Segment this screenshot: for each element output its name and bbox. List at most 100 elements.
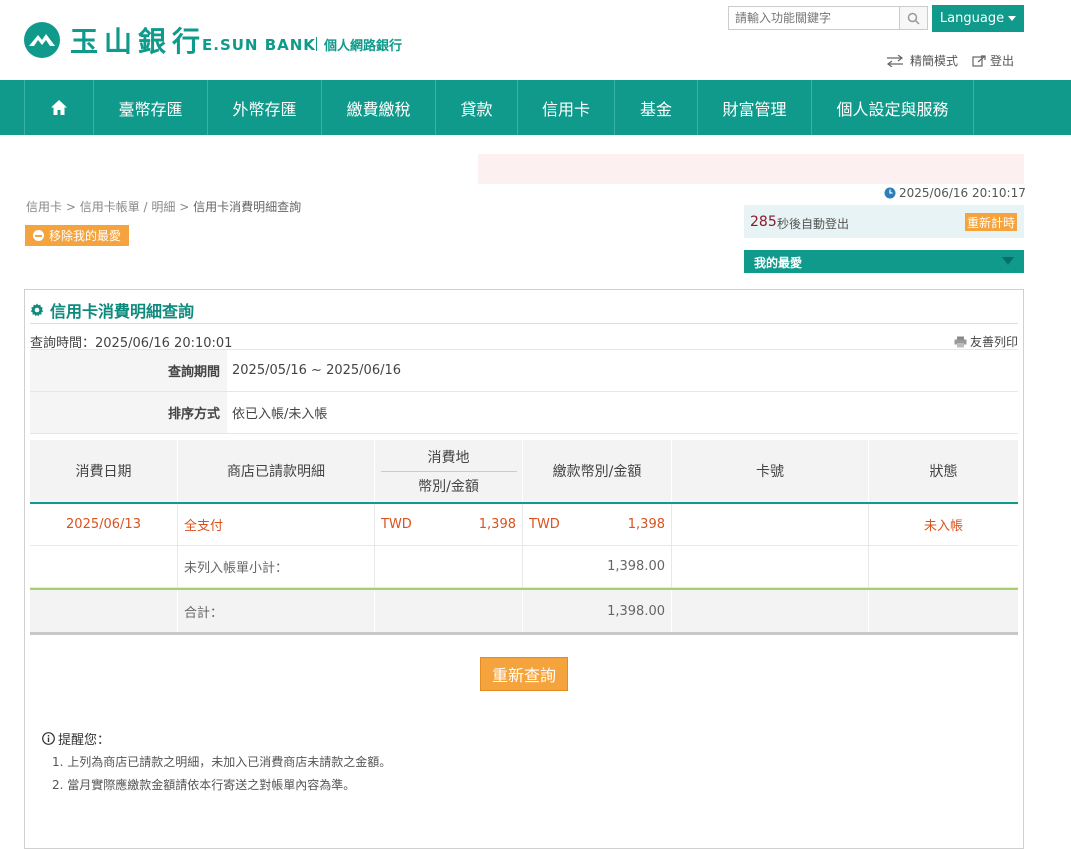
logout-label: 登出 <box>990 54 1015 68</box>
title-divider <box>30 323 1018 324</box>
subtotal-empty <box>30 546 178 588</box>
subtotal-row: 未列入帳單小計： 1,398.00 <box>30 546 1018 588</box>
nav-loans[interactable]: 貸款 <box>435 80 517 135</box>
reminder-title-text: 提醒您： <box>58 733 111 748</box>
row-merchant: 全支付 <box>178 504 375 546</box>
subtotal-empty <box>375 546 523 588</box>
reminder-title: 提醒您： <box>42 729 110 748</box>
subtotal-label: 未列入帳單小計： <box>178 546 375 588</box>
header-location-bottom: 幣別/金額 <box>418 478 479 495</box>
subtotal-empty <box>672 546 869 588</box>
reminder-item-2: 2. 當月實際應繳款金額請依本行寄送之對帳單內容為準。 <box>52 778 356 792</box>
search-button[interactable] <box>900 6 928 30</box>
main-nav: 臺幣存匯 外幣存匯 繳費繳稅 貸款 信用卡 基金 財富管理 個人設定與服務 <box>0 80 1071 135</box>
row-status: 未入帳 <box>869 504 1018 546</box>
table-header-row: 消費日期 商店已請款明細 消費地 幣別/金額 繳款幣別/金額 卡號 狀態 <box>30 440 1018 502</box>
subtotal-empty <box>869 546 1018 588</box>
clock-icon <box>884 187 896 199</box>
alert-strip <box>478 154 1024 184</box>
nav-funds[interactable]: 基金 <box>614 80 697 135</box>
sort-label: 排序方式 <box>167 407 220 422</box>
row-payment-amount: TWD 1,398 <box>523 504 672 546</box>
breadcrumb-separator: > <box>65 200 76 214</box>
query-period-row: 查詢期間 2025/05/16 ~ 2025/06/16 <box>30 350 1018 391</box>
breadcrumb-separator: > <box>179 200 190 214</box>
page-title-text: 信用卡消費明細查詢 <box>50 302 195 321</box>
logout-icon <box>972 54 986 67</box>
current-datetime: 2025/06/16 20:10:17 <box>884 186 1026 200</box>
printer-icon <box>954 336 967 347</box>
logo-chinese-name: 玉山銀行 <box>70 25 207 58</box>
triangle-down-icon <box>1002 257 1014 265</box>
nav-home[interactable] <box>24 80 93 135</box>
header-status: 狀態 <box>869 440 1018 502</box>
total-amount: 1,398.00 <box>523 590 672 632</box>
search-icon <box>907 12 920 25</box>
minus-circle-icon <box>33 230 44 241</box>
header-location: 消費地 幣別/金額 <box>375 440 523 502</box>
sort-row: 排序方式 依已入帳/未入帳 <box>30 392 1018 433</box>
mountain-logo-icon <box>29 34 55 46</box>
search-input[interactable] <box>729 7 901 29</box>
swap-arrows-icon <box>887 54 903 67</box>
total-row: 合計： 1,398.00 <box>30 590 1018 632</box>
my-favorites-dropdown[interactable]: 我的最愛 <box>744 250 1024 273</box>
datetime-text: 2025/06/16 20:10:17 <box>899 186 1026 200</box>
query-period-label: 查詢期間 <box>167 365 220 380</box>
page-title: 信用卡消費明細查詢 <box>30 298 194 322</box>
header-payment: 繳款幣別/金額 <box>523 440 672 502</box>
nav-settings[interactable]: 個人設定與服務 <box>811 80 974 135</box>
logo-divider <box>316 37 317 51</box>
query-period-value: 2025/05/16 ~ 2025/06/16 <box>227 350 1018 391</box>
header-card: 卡號 <box>672 440 869 502</box>
session-seconds: 285 <box>750 214 777 230</box>
header-merchant: 商店已請款明細 <box>178 440 375 502</box>
header-date: 消費日期 <box>30 440 178 502</box>
nav-foreign-deposit[interactable]: 外幣存匯 <box>207 80 321 135</box>
header-location-top: 消費地 <box>380 447 517 472</box>
simple-mode-link[interactable]: 精簡模式 <box>886 52 958 69</box>
table-row: 2025/06/13 全支付 TWD 1,398 TWD 1,398 未入帳 <box>30 504 1018 546</box>
esun-logo-mark[interactable] <box>24 22 60 58</box>
language-button[interactable]: Language <box>932 5 1024 32</box>
info-icon <box>42 732 55 745</box>
row-loc-currency: TWD <box>381 517 412 532</box>
print-label: 友善列印 <box>970 335 1019 349</box>
session-countdown-text: 秒後自動登出 <box>777 217 850 231</box>
logo-subtitle: 個人網路銀行 <box>324 39 403 54</box>
reminder-item-1: 1. 上列為商店已請款之明細，未加入已消費商店未請款之金額。 <box>52 755 392 769</box>
requery-button[interactable]: 重新查詢 <box>480 657 568 691</box>
breadcrumb-credit-card[interactable]: 信用卡 <box>26 200 62 214</box>
nav-payments[interactable]: 繳費繳稅 <box>321 80 435 135</box>
total-empty <box>30 590 178 632</box>
remove-favorite-button[interactable]: 移除我的最愛 <box>25 225 130 246</box>
logout-link[interactable]: 登出 <box>972 52 1014 69</box>
logo-english-name: E.SUN BANK <box>202 36 316 54</box>
search-box <box>728 6 901 30</box>
gear-icon <box>30 303 44 317</box>
my-favorites-label: 我的最愛 <box>754 256 803 270</box>
language-label: Language <box>939 11 1005 26</box>
total-empty <box>672 590 869 632</box>
sort-value: 依已入帳/未入帳 <box>227 392 1018 433</box>
row-loc-amount: 1,398 <box>478 517 516 532</box>
print-link[interactable]: 友善列印 <box>954 333 1018 350</box>
table-bottom-border <box>30 632 1018 635</box>
reset-timer-button[interactable]: 重新計時 <box>965 213 1017 231</box>
breadcrumb: 信用卡 > 信用卡帳單 / 明細 > 信用卡消費明細查詢 <box>26 198 301 215</box>
row-card <box>672 504 869 546</box>
caret-down-icon <box>1008 16 1017 21</box>
row-location-amount: TWD 1,398 <box>375 504 523 546</box>
nav-credit-card[interactable]: 信用卡 <box>517 80 614 135</box>
nav-wealth[interactable]: 財富管理 <box>697 80 811 135</box>
remove-favorite-label: 移除我的最愛 <box>49 229 122 243</box>
breadcrumb-statement[interactable]: 信用卡帳單 / 明細 <box>80 200 176 214</box>
nav-twd-deposit[interactable]: 臺幣存匯 <box>93 80 207 135</box>
breadcrumb-current: 信用卡消費明細查詢 <box>193 200 302 214</box>
row-pay-currency: TWD <box>529 517 560 532</box>
simple-mode-label: 精簡模式 <box>910 54 959 68</box>
subtotal-amount: 1,398.00 <box>523 546 672 588</box>
total-empty <box>375 590 523 632</box>
total-empty <box>869 590 1018 632</box>
home-icon <box>51 100 67 115</box>
